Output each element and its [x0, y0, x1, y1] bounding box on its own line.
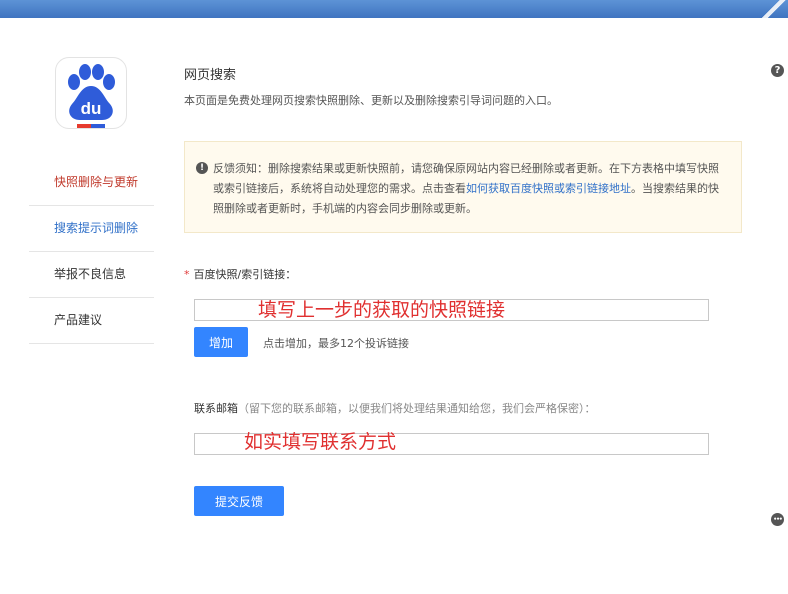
help-icon[interactable]: ?: [771, 64, 784, 77]
snapshot-link-input[interactable]: [194, 299, 709, 321]
baidu-logo: du: [55, 57, 127, 129]
submit-feedback-button[interactable]: 提交反馈: [194, 486, 284, 516]
sidebar-item-suggestion-delete[interactable]: 搜索提示词删除: [29, 206, 154, 252]
top-header-bar: [0, 0, 788, 18]
email-field-label: 联系邮箱（留下您的联系邮箱，以便我们将处理结果通知给您，我们会严格保密）：: [194, 400, 596, 416]
email-input[interactable]: [194, 433, 709, 455]
email-label-text: 联系邮箱: [194, 402, 238, 415]
link-field-label: * 百度快照/索引链接：: [184, 266, 296, 282]
add-link-hint: 点击增加，最多12个投诉链接: [263, 337, 409, 350]
notice-box: ! 反馈须知：删除搜索结果或更新快照前，请您确保原网站内容已经删除或者更新。在下…: [184, 141, 742, 233]
sidebar-item-feedback[interactable]: 产品建议: [29, 298, 154, 344]
sidebar-item-report[interactable]: 举报不良信息: [29, 252, 154, 298]
paw-icon: du: [68, 64, 115, 128]
more-icon[interactable]: •••: [771, 513, 784, 526]
sidebar-item-snapshot-delete[interactable]: 快照删除与更新: [29, 160, 154, 206]
link-label-text: 百度快照/索引链接：: [193, 268, 297, 281]
svg-text:du: du: [81, 99, 102, 118]
exclamation-icon: !: [196, 162, 208, 174]
required-mark: *: [184, 268, 190, 281]
add-link-button[interactable]: 增加: [194, 327, 248, 357]
snapshot-help-link[interactable]: 如何获取百度快照或索引链接地址: [466, 182, 631, 195]
email-hint-text: （留下您的联系邮箱，以便我们将处理结果通知给您，我们会严格保密）：: [238, 402, 596, 415]
page-title: 网页搜索: [184, 68, 237, 83]
page-description: 本页面是免费处理网页搜索快照删除、更新以及删除搜索引导词问题的入口。: [184, 94, 558, 107]
sidebar-nav: 快照删除与更新 搜索提示词删除 举报不良信息 产品建议: [29, 160, 154, 344]
header-decoration: [748, 0, 788, 18]
